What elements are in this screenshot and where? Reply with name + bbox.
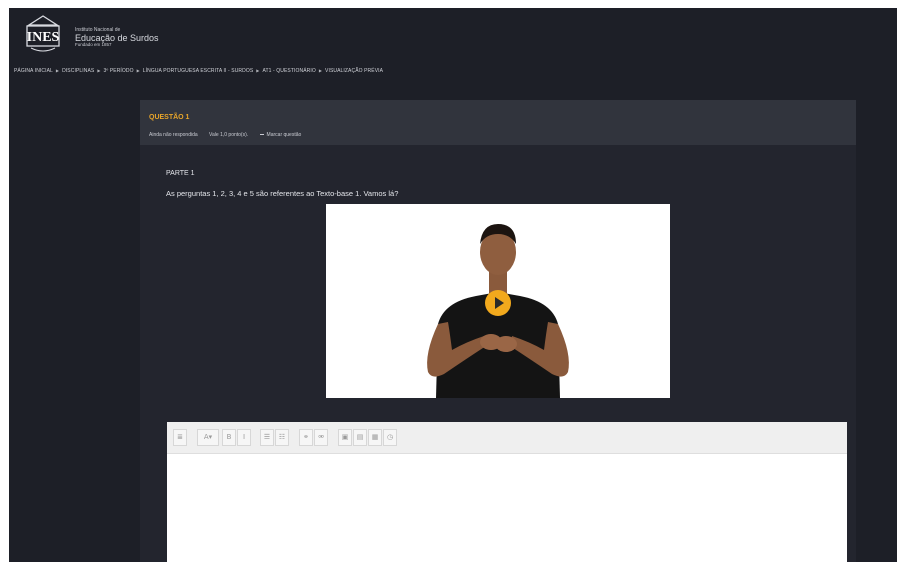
question-status: Ainda não respondida [149,132,198,138]
breadcrumb-separator-icon: ▶ [318,68,323,73]
editor-toolbar: ≣ A▾ B I ☰ ☷ ⚭ ⚮ ▣ ▤ ▦ ◷ [167,422,847,454]
toggle-toolbar-icon[interactable]: ≣ [173,429,187,446]
breadcrumb-periodo[interactable]: 3º PERÍODO [104,68,134,74]
question-prompt: As perguntas 1, 2, 3, 4 e 5 são referent… [166,189,399,198]
breadcrumb-home[interactable]: PÁGINA INICIAL [14,68,53,74]
institution-name: Instituto Nacional de Educação de Surdos… [75,27,159,48]
unlink-icon[interactable]: ⚮ [314,429,328,446]
breadcrumb-course[interactable]: LÍNGUA PORTUGUESA ESCRITA II - SURDOS [143,68,253,74]
flag-question-button[interactable]: Marcar questão [259,132,302,138]
breadcrumb-separator-icon: ▶ [97,68,101,73]
image-icon[interactable]: ▣ [338,429,352,446]
media-icon[interactable]: ▤ [353,429,367,446]
ines-logo[interactable]: INES [21,14,65,58]
record-icon[interactable]: ◷ [383,429,397,446]
breadcrumb-separator-icon: ▶ [256,68,260,73]
breadcrumb-separator-icon: ▶ [55,68,60,73]
file-manager-icon[interactable]: ▦ [368,429,382,446]
play-icon[interactable] [485,290,511,316]
bold-icon[interactable]: B [222,429,236,446]
flag-icon [259,134,264,136]
logo-text: INES [27,30,60,45]
part-label: PARTE 1 [166,170,195,177]
numbered-list-icon[interactable]: ☷ [275,429,289,446]
app-frame: INES Instituto Nacional de Educação de S… [9,8,897,562]
answer-textarea[interactable] [167,454,847,562]
video-player[interactable] [326,204,670,398]
breadcrumb-separator-icon: ▶ [136,68,140,73]
italic-icon[interactable]: I [237,429,251,446]
breadcrumb-disciplinas[interactable]: DISCIPLINAS [62,68,94,74]
answer-editor: ≣ A▾ B I ☰ ☷ ⚭ ⚮ ▣ ▤ ▦ ◷ [167,422,847,562]
question-title: QUESTÃO 1 [149,114,190,121]
breadcrumb-quiz[interactable]: AT1 - QUESTIONÁRIO [262,68,315,74]
breadcrumb-preview[interactable]: VISUALIZAÇÃO PRÉVIA [325,68,383,74]
institution-line3: Fundado em 1857 [75,42,112,48]
question-header: QUESTÃO 1 Ainda não respondida Vale 1,0 … [140,100,856,145]
bullet-list-icon[interactable]: ☰ [260,429,274,446]
link-icon[interactable]: ⚭ [299,429,313,446]
breadcrumb: PÁGINA INICIAL ▶ DISCIPLINAS ▶ 3º PERÍODO ▶ LÍ… [14,68,383,74]
flag-question-label: Marcar questão [266,132,302,138]
question-points: Vale 1,0 ponto(s). [209,132,249,138]
font-style-icon[interactable]: A▾ [197,429,219,446]
question-panel: QUESTÃO 1 Ainda não respondida Vale 1,0 … [140,100,856,562]
question-info: Ainda não respondida Vale 1,0 ponto(s). … [149,132,301,138]
